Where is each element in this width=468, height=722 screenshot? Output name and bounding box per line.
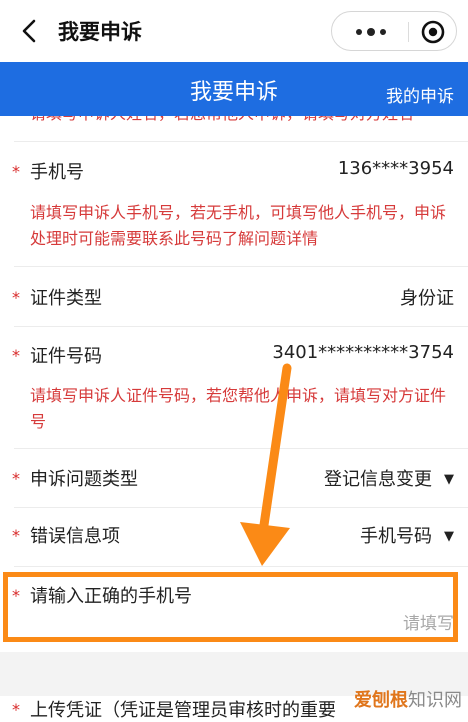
required-mark: *	[12, 526, 20, 545]
phone-hint: 请填写申诉人手机号，若无手机，可填写他人手机号，申诉处理时可能需要联系此号码了解…	[30, 203, 447, 248]
nav-title: 我要申诉	[58, 20, 142, 44]
problem-type-value: 登记信息变更	[324, 469, 432, 490]
divider	[14, 141, 468, 142]
divider	[14, 507, 468, 508]
my-appeals-link[interactable]: 我的申诉	[386, 82, 454, 107]
wrong-item-select[interactable]: 手机号码 ▼	[360, 522, 454, 548]
watermark-brand: 爱刨根	[354, 690, 408, 711]
back-arrow-icon[interactable]	[14, 14, 44, 48]
watermark-site: 知识网	[408, 690, 462, 711]
upload-label: 上传凭证（凭证是管理员审核时的重要	[30, 700, 336, 721]
wrong-item-row[interactable]: * 错误信息项 手机号码 ▼	[0, 522, 468, 552]
required-mark: *	[12, 700, 20, 719]
required-mark: *	[12, 346, 20, 365]
close-target-icon[interactable]	[420, 19, 446, 45]
capsule-divider	[408, 22, 409, 42]
page-header: 我要申诉 我的申诉	[0, 62, 468, 116]
id-type-value: 身份证	[400, 288, 454, 309]
phone-label: 手机号	[30, 162, 84, 183]
divider	[14, 266, 468, 267]
phone-value: 136****3954	[337, 158, 454, 179]
dropdown-arrow-icon: ▼	[444, 529, 454, 544]
mini-program-nav: 我要申诉	[0, 0, 468, 62]
id-number-row[interactable]: * 证件号码 3401**********3754	[0, 342, 468, 372]
clipped-hint-area: 请填写申诉人姓名，若您帮他人申诉，请填写对方姓名	[0, 116, 468, 128]
required-mark: *	[12, 162, 20, 181]
wrong-item-value: 手机号码	[360, 526, 432, 547]
capsule-menu	[331, 11, 457, 51]
divider	[14, 566, 468, 567]
divider	[14, 448, 468, 449]
id-type-row[interactable]: * 证件类型 身份证	[0, 284, 468, 314]
divider	[14, 326, 468, 327]
problem-type-label: 申诉问题类型	[30, 469, 138, 490]
id-number-hint: 请填写申诉人证件号码，若您帮他人申诉，请填写对方证件号	[30, 386, 447, 431]
more-icon[interactable]	[346, 20, 396, 44]
required-mark: *	[12, 288, 20, 307]
problem-type-row[interactable]: * 申诉问题类型 登记信息变更 ▼	[0, 465, 468, 495]
wrong-item-label: 错误信息项	[30, 526, 120, 547]
watermark: 爱刨根知识网	[354, 686, 462, 712]
name-hint: 请填写申诉人姓名，若您帮他人申诉，请填写对方姓名	[30, 116, 455, 127]
id-type-label: 证件类型	[30, 288, 102, 309]
required-mark: *	[12, 469, 20, 488]
highlight-box	[3, 572, 458, 642]
dropdown-arrow-icon: ▼	[444, 472, 454, 487]
id-number-label: 证件号码	[30, 346, 102, 367]
phone-row[interactable]: * 手机号 136****3954	[0, 158, 468, 188]
id-number-value: 3401**********3754	[272, 342, 454, 363]
problem-type-select[interactable]: 登记信息变更 ▼	[324, 465, 454, 491]
